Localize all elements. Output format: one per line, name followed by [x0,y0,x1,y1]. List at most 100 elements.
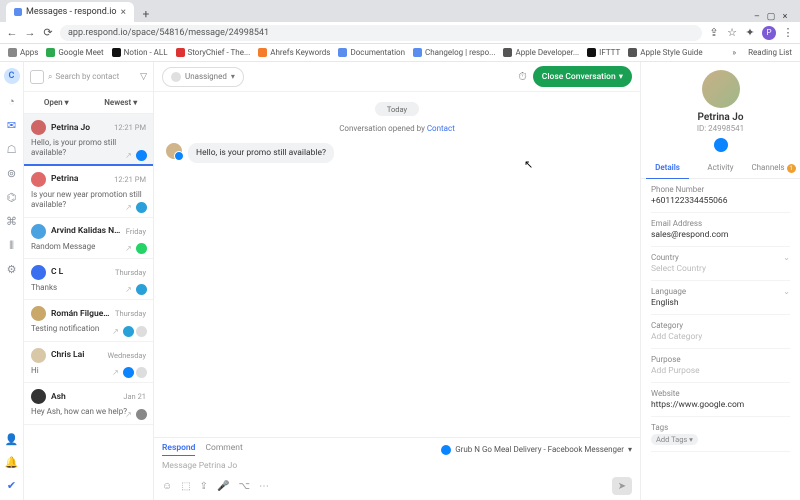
mic-icon[interactable]: 🎤 [217,481,229,492]
contact-field[interactable]: PurposeAdd Purpose [651,349,790,383]
tab-activity[interactable]: Activity [694,158,747,178]
user-icon[interactable]: 👤 [5,433,18,446]
field-value: Select Country [651,264,790,274]
filter-icon[interactable]: ▽ [140,72,147,82]
forward-icon[interactable]: → [24,27,36,39]
workflow-icon[interactable]: ⌬ [5,191,18,204]
channel-icon [136,150,147,161]
tab-details[interactable]: Details [641,158,694,178]
conversation-item[interactable]: Petrina Jo12:21 PMHello, is your promo s… [24,114,153,166]
contact-field[interactable]: Websitehttps://www.google.com [651,383,790,417]
dashboard-icon[interactable]: ◔ [5,95,18,108]
bookmark-item[interactable]: StoryChief - The... [176,48,251,57]
minimize-icon[interactable]: – [752,12,762,22]
bookmark-item[interactable]: Notion - ALL [112,48,168,57]
browser-tab[interactable]: Messages - respond.io × [6,2,134,22]
bookmark-item[interactable]: IFTTT [587,48,620,57]
contact-field[interactable]: CategoryAdd Category [651,315,790,349]
field-value: +601122334455066 [651,196,790,206]
bookmark-label: IFTTT [599,48,620,57]
bookmark-label: StoryChief - The... [188,48,251,57]
channel-selector[interactable]: Grub N Go Meal Delivery - Facebook Messe… [441,445,632,455]
attach-icon[interactable]: ⬚ [181,481,190,492]
upload-icon[interactable]: ⇪ [200,481,208,492]
star-icon[interactable]: ☆ [726,27,738,39]
bookmark-label: Google Meet [58,48,103,57]
conv-avatar [31,120,46,135]
snippet-icon[interactable]: ⌥ [239,481,251,492]
snooze-icon[interactable]: ⏱ [518,70,527,84]
profile-avatar[interactable]: P [762,26,776,40]
send-button[interactable]: ➤ [612,477,632,495]
conv-time: Thursday [115,309,146,318]
menu-dots-icon[interactable]: ⋮ [782,27,794,39]
bookmarks-overflow-icon[interactable]: » [732,48,736,57]
close-conversation-button[interactable]: Close Conversation ▾ [533,66,632,87]
conversation-item[interactable]: AshJan 21Hey Ash, how can we help?↗ [24,383,153,424]
reading-list[interactable]: Reading List [748,48,792,57]
share-icon[interactable]: ⇪ [708,27,720,39]
bookmark-item[interactable]: Documentation [338,48,405,57]
reload-icon[interactable]: ⟳ [42,27,54,39]
sort-filter[interactable]: Newest▾ [89,92,154,113]
reports-icon[interactable]: ⫴ [5,239,18,252]
bookmark-label: Apple Developer... [515,48,579,57]
new-tab-button[interactable]: + [138,6,154,22]
bookmark-item[interactable]: Apps [8,48,38,57]
add-tag-chip[interactable]: Add Tags ▾ [651,434,698,445]
broadcast-icon[interactable]: ⊚ [5,167,18,180]
maximize-icon[interactable]: ▢ [766,12,776,22]
workspace-logo[interactable]: C [4,68,20,84]
contact-field[interactable]: Phone Number+601122334455066 [651,179,790,213]
bookmark-label: Documentation [350,48,405,57]
respond-logo-icon[interactable]: ✔ [5,479,18,492]
puzzle-icon[interactable]: ✦ [744,27,756,39]
org-icon[interactable]: ⌘ [5,215,18,228]
chevron-down-icon: ▾ [628,445,632,454]
tab-channels[interactable]: Channels1 [747,158,800,178]
conversation-item[interactable]: Román FilgueiraThursdayTesting notificat… [24,300,153,341]
reply-tab-comment[interactable]: Comment [205,443,242,456]
conversation-item[interactable]: C LThursdayThanks↗ [24,259,153,300]
bell-icon[interactable]: 🔔 [5,456,18,469]
assignee-dropdown[interactable]: Unassigned ▾ [162,67,244,87]
message-input[interactable]: Message Petrina Jo [162,459,632,477]
bookmark-item[interactable]: Google Meet [46,48,103,57]
chat-toolbar: Unassigned ▾ ⏱ Close Conversation ▾ [154,62,640,92]
status-filter[interactable]: Open▾ [24,92,89,113]
emoji-icon[interactable]: ☺ [162,481,172,492]
contact-field[interactable]: Country⌄Select Country [651,247,790,281]
conversation-item[interactable]: Arvind Kalidas NairFridayRandom Message↗ [24,218,153,259]
conv-time: Thursday [115,268,146,277]
back-icon[interactable]: ← [6,27,18,39]
reply-tab-respond[interactable]: Respond [162,443,195,456]
messages-icon[interactable]: ✉ [5,119,18,132]
settings-icon[interactable]: ⚙ [5,263,18,276]
close-window-icon[interactable]: × [780,12,790,22]
bookmark-item[interactable]: Changelog | respo... [413,48,495,57]
bookmark-item[interactable]: Apple Developer... [503,48,579,57]
conversation-list: ⌕ Search by contact ▽ Open▾ Newest▾ Petr… [24,62,154,500]
bookmark-item[interactable]: Apple Style Guide [628,48,702,57]
variable-icon[interactable]: ⋯ [259,481,269,492]
conversation-item[interactable]: Chris LaiWednesdayHi↗ [24,342,153,383]
nav-rail: C ◔ ✉ ☖ ⊚ ⌬ ⌘ ⫴ ⚙ 👤 🔔 ✔ [0,62,24,500]
address-bar[interactable]: app.respond.io/space/54816/message/24998… [60,25,702,41]
bookmarks-bar: Apps Google Meet Notion - ALL StoryChief - … [0,44,800,62]
contacts-icon[interactable]: ☖ [5,143,18,156]
conversation-item[interactable]: Petrina12:21 PMIs your new year promotio… [24,166,153,218]
search-input[interactable]: ⌕ Search by contact [48,72,136,82]
bookmark-item[interactable]: Ahrefs Keywords [258,48,330,57]
field-value: https://www.google.com [651,400,790,410]
conv-name: Román Filgueira [51,309,110,319]
collapse-button[interactable] [30,70,44,84]
assignee-avatar-small [136,367,147,378]
contact-field[interactable]: Language⌄English [651,281,790,315]
url-text: app.respond.io/space/54816/message/24998… [68,28,269,38]
contact-field[interactable]: TagsAdd Tags ▾ [651,417,790,452]
close-tab-icon[interactable]: × [121,7,126,18]
opened-by-link[interactable]: Contact [427,124,455,133]
contact-field[interactable]: Email Addresssales@respond.com [651,213,790,247]
chevron-down-icon: ▾ [65,98,69,107]
conv-name: Petrina Jo [51,123,109,133]
